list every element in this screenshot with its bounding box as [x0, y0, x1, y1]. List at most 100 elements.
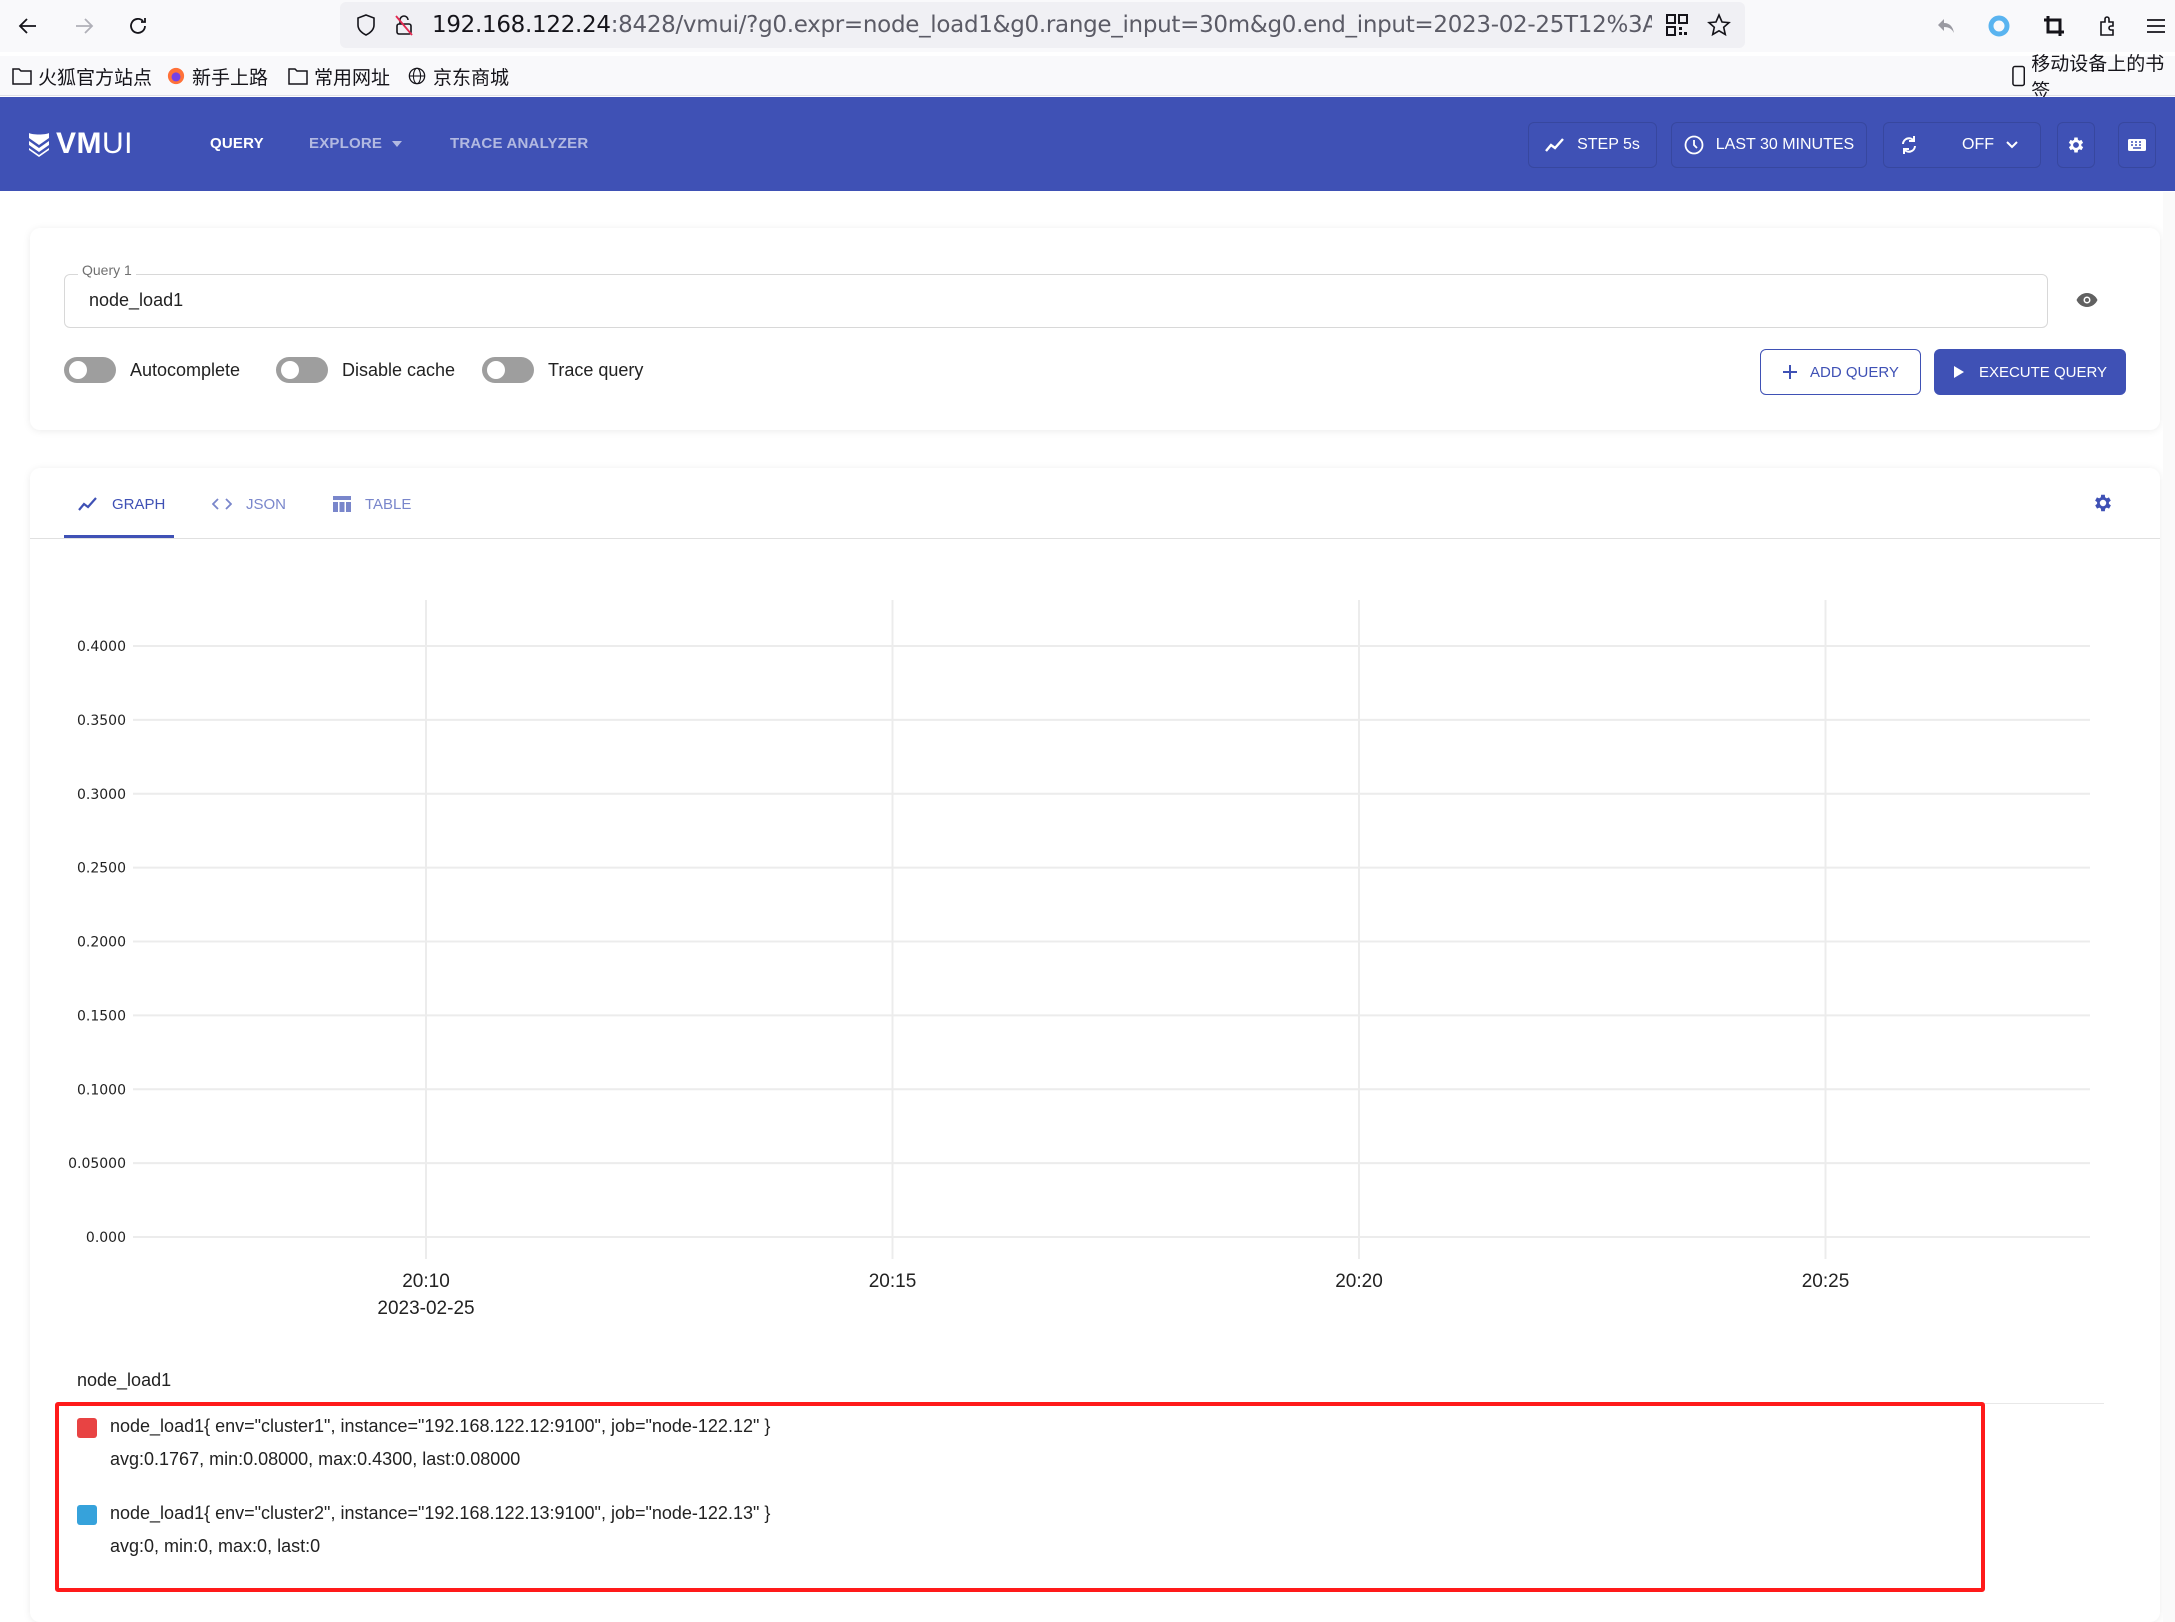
eye-icon[interactable] — [2075, 288, 2099, 312]
url-text[interactable]: 192.168.122.24:8428/vmui/?g0.expr=node_l… — [432, 12, 1652, 38]
play-icon — [1953, 366, 1964, 378]
plus-icon — [1783, 365, 1798, 379]
bookmark-label: 京东商城 — [433, 66, 510, 89]
keyboard-icon — [2128, 139, 2146, 151]
query-input-label: Query 1 — [78, 262, 136, 278]
shield-icon[interactable] — [352, 11, 380, 39]
y-tick-label: 0.4000 — [77, 639, 126, 655]
chart-line-icon — [78, 497, 97, 511]
bookmark-item[interactable]: 京东商城 — [407, 62, 509, 90]
toggle-label: Trace query — [548, 359, 644, 380]
chevron-down-icon — [2006, 141, 2018, 149]
settings-button[interactable] — [2057, 122, 2095, 168]
hamburger-icon — [2147, 19, 2165, 33]
globe-icon — [408, 67, 426, 85]
time-range-button[interactable]: LAST 30 MINUTES — [1671, 122, 1867, 168]
add-query-button[interactable]: ADD QUERY — [1760, 349, 1921, 395]
menu-button[interactable] — [2140, 10, 2172, 42]
arrow-left-icon — [18, 18, 36, 34]
forward-button[interactable] — [68, 10, 100, 42]
bookmark-label: 火狐官方站点 — [38, 66, 153, 89]
graph-settings-gear-icon[interactable] — [2092, 492, 2114, 514]
y-tick-label: 0.3000 — [77, 787, 126, 803]
table-icon — [333, 496, 351, 512]
mobile-bookmarks[interactable]: 移动设备上的书签 — [2012, 53, 2175, 102]
nav-query[interactable]: QUERY — [210, 135, 264, 152]
insecure-lock-icon[interactable] — [390, 11, 418, 39]
y-tick-label: 0.000 — [86, 1230, 126, 1246]
tab-label: GRAPH — [112, 495, 166, 513]
x-tick-label: 20:15 — [869, 1271, 917, 1292]
nav-trace-analyzer[interactable]: TRACE ANALYZER — [450, 135, 588, 152]
add-query-label: ADD QUERY — [1810, 363, 1899, 381]
tab-label: TABLE — [365, 495, 412, 513]
y-tick-label: 0.3500 — [77, 713, 126, 729]
reload-icon — [130, 18, 146, 34]
auto-refresh-button[interactable]: OFF — [1883, 122, 2041, 168]
y-tick-label: 0.2000 — [77, 935, 126, 951]
tab-json[interactable]: JSON — [212, 490, 286, 518]
folder-icon — [288, 68, 308, 85]
query-input-value: node_load1 — [89, 290, 184, 310]
gear-icon — [2068, 137, 2084, 153]
step-button[interactable]: STEP 5s — [1528, 122, 1657, 168]
x-tick-label: 20:25 — [1802, 1271, 1850, 1292]
y-axis: 0.000 0.05000 0.1000 0.1500 0.2000 0.2500 0.30… — [68, 639, 126, 1246]
toggle-switch[interactable] — [64, 357, 116, 383]
mobile-bookmarks-label: 移动设备上的书签 — [2031, 53, 2165, 102]
tabs-divider — [30, 538, 2160, 539]
refresh-icon — [1902, 136, 1916, 154]
toggle-switch[interactable] — [276, 357, 328, 383]
folder-icon — [12, 68, 32, 85]
legend-group-title: node_load1 — [77, 1370, 172, 1390]
star-bookmark-icon[interactable] — [1705, 11, 1733, 39]
qr-code-icon[interactable] — [1663, 11, 1691, 39]
ring-icon — [1988, 15, 2010, 37]
nav-explore[interactable]: EXPLORE — [309, 135, 403, 152]
x-axis: 20:102023-02-2520:1520:2020:2520:3020:35 — [377, 1271, 1850, 1319]
mobile-device-icon — [2012, 65, 2026, 87]
url-path: :8428/vmui/?g0.expr=node_load1&g0.range_… — [610, 12, 1652, 38]
tab-table[interactable]: TABLE — [333, 490, 411, 518]
undo-extension-button[interactable] — [1930, 10, 1962, 42]
app-header: VMUI QUERY EXPLORE TRACE ANALYZER STEP 5… — [0, 97, 2175, 191]
crop-icon — [2044, 16, 2064, 36]
bookmark-item[interactable]: 新手上路 — [166, 62, 268, 90]
toggle-switch[interactable] — [482, 357, 534, 383]
reload-button[interactable] — [122, 10, 154, 42]
x-tick-label: 20:10 — [402, 1271, 450, 1292]
bookmarks-bar: 火狐官方站点 新手上路 常用网址 京东商城 移动设备上的书签 — [0, 53, 2175, 102]
extensions-button[interactable] — [2092, 10, 2124, 42]
autocomplete-toggle[interactable]: Autocomplete — [64, 357, 240, 383]
back-button[interactable] — [12, 10, 44, 42]
toggle-label: Disable cache — [342, 359, 456, 380]
bookmark-item[interactable]: 火狐官方站点 — [12, 62, 152, 90]
puzzle-icon — [2100, 16, 2114, 36]
bookmark-label: 常用网址 — [314, 66, 391, 89]
crop-button[interactable] — [2038, 10, 2070, 42]
toggle-label: Autocomplete — [130, 359, 241, 380]
trace-query-toggle[interactable]: Trace query — [482, 357, 643, 383]
y-tick-label: 0.1000 — [77, 1082, 126, 1098]
clock-icon — [1684, 135, 1704, 155]
bookmark-label: 新手上路 — [192, 66, 269, 89]
bookmark-item[interactable]: 常用网址 — [288, 62, 390, 90]
address-bar[interactable]: 192.168.122.24:8428/vmui/?g0.expr=node_l… — [340, 2, 1745, 48]
browser-toolbar: 192.168.122.24:8428/vmui/?g0.expr=node_l… — [0, 0, 2175, 52]
victoriametrics-logo-icon — [29, 133, 49, 157]
query-input[interactable]: node_load1 — [64, 274, 2048, 328]
tab-graph[interactable]: GRAPH — [78, 490, 165, 518]
y-tick-label: 0.1500 — [77, 1008, 126, 1024]
keyboard-shortcuts-button[interactable] — [2118, 122, 2156, 168]
vmui-logo[interactable]: VMUI — [28, 127, 133, 161]
refresh-label: OFF — [1962, 136, 1994, 153]
page-scrollbar[interactable] — [2163, 192, 2175, 1622]
execute-query-button[interactable]: EXECUTE QUERY — [1934, 349, 2126, 395]
line-chart[interactable]: 0.000 0.05000 0.1000 0.1500 0.2000 0.2500 0.30… — [0, 560, 2175, 1340]
chart-grid — [133, 600, 2090, 1259]
disable-cache-toggle[interactable]: Disable cache — [276, 357, 455, 383]
extension-button[interactable] — [1983, 10, 2015, 42]
arrow-right-icon — [76, 18, 94, 34]
step-label: STEP 5s — [1577, 136, 1640, 153]
code-brackets-icon — [212, 498, 232, 510]
